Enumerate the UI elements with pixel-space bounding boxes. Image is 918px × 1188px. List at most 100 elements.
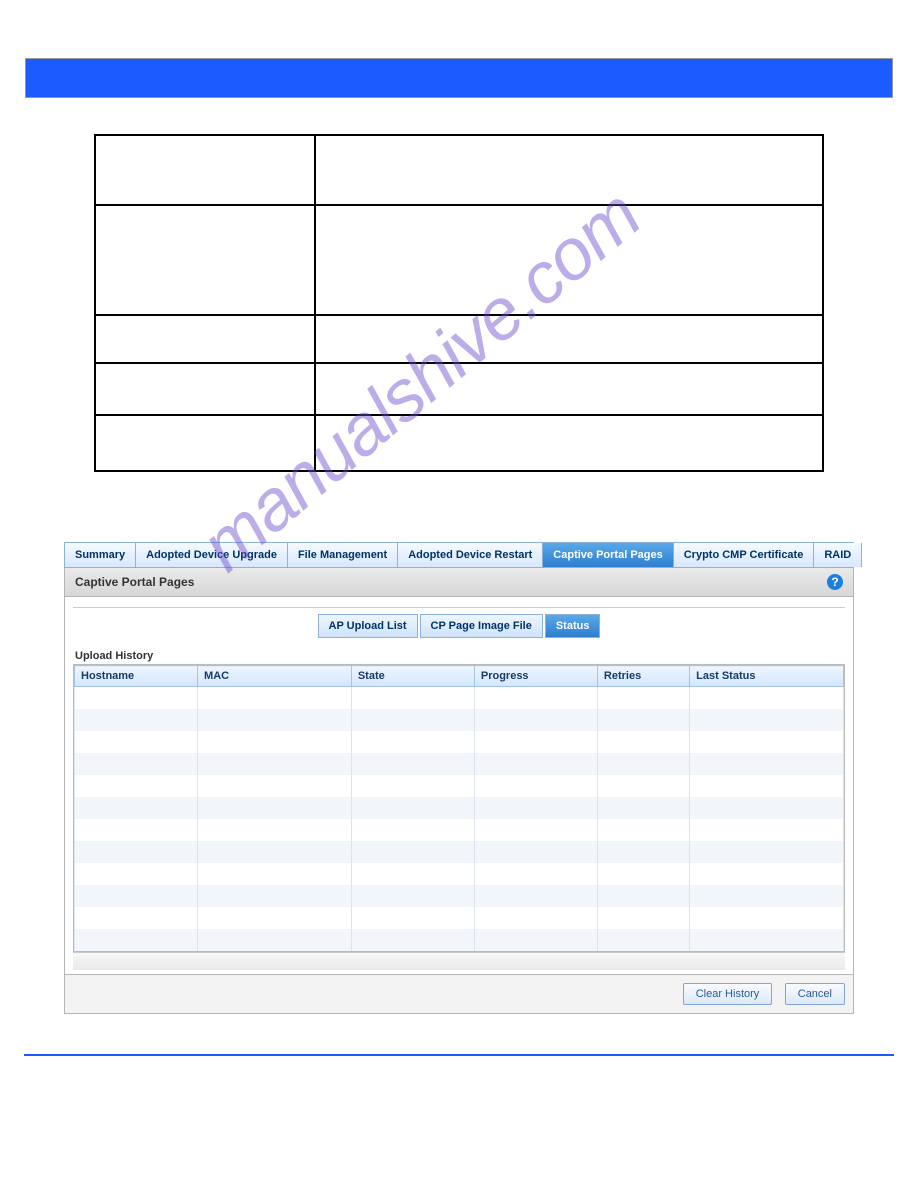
- table-cell: [75, 885, 198, 907]
- divider: [73, 607, 845, 608]
- table-cell: [690, 929, 844, 951]
- panel-container: SummaryAdopted Device UpgradeFile Manage…: [64, 542, 854, 1014]
- table-cell: [75, 797, 198, 819]
- table-cell: [351, 687, 474, 709]
- cancel-button[interactable]: Cancel: [785, 983, 845, 1005]
- table-cell: [474, 775, 597, 797]
- table-row[interactable]: [75, 929, 844, 951]
- table-cell: [597, 863, 689, 885]
- table-cell: [597, 929, 689, 951]
- table-cell: [690, 907, 844, 929]
- param-table: [94, 134, 824, 472]
- table-cell: [597, 731, 689, 753]
- history-wrap: HostnameMACStateProgressRetriesLast Stat…: [73, 664, 845, 952]
- button-row: Clear History Cancel: [64, 975, 854, 1014]
- table-cell: [597, 885, 689, 907]
- table-cell: [75, 929, 198, 951]
- table-cell: [474, 731, 597, 753]
- table-cell: [198, 775, 352, 797]
- table-row[interactable]: [75, 885, 844, 907]
- tab-file-management[interactable]: File Management: [288, 543, 398, 567]
- tab-adopted-device-upgrade[interactable]: Adopted Device Upgrade: [136, 543, 288, 567]
- table-cell: [198, 863, 352, 885]
- table-cell: [198, 687, 352, 709]
- table-cell: [690, 885, 844, 907]
- table-cell: [474, 819, 597, 841]
- table-cell: [597, 709, 689, 731]
- table-cell: [198, 929, 352, 951]
- table-cell: [690, 687, 844, 709]
- table-cell: [690, 819, 844, 841]
- table-cell: [198, 885, 352, 907]
- tab-summary[interactable]: Summary: [65, 543, 136, 567]
- table-cell: [351, 929, 474, 951]
- history-footer: [73, 952, 845, 970]
- table-cell: [351, 885, 474, 907]
- col-hostname[interactable]: Hostname: [75, 666, 198, 687]
- col-retries[interactable]: Retries: [597, 666, 689, 687]
- panel-title-bar: Captive Portal Pages ?: [64, 568, 854, 597]
- table-cell: [351, 709, 474, 731]
- panel-body: AP Upload ListCP Page Image FileStatus U…: [64, 597, 854, 975]
- table-cell: [75, 753, 198, 775]
- tab-captive-portal-pages[interactable]: Captive Portal Pages: [543, 543, 673, 567]
- table-cell: [690, 863, 844, 885]
- table-cell: [474, 885, 597, 907]
- col-state[interactable]: State: [351, 666, 474, 687]
- table-cell: [690, 797, 844, 819]
- help-icon[interactable]: ?: [827, 574, 843, 590]
- subtab-cp-page-image-file[interactable]: CP Page Image File: [420, 614, 543, 638]
- subtab-status[interactable]: Status: [545, 614, 601, 638]
- main-tab-bar: SummaryAdopted Device UpgradeFile Manage…: [64, 542, 854, 568]
- upload-history-legend: Upload History: [75, 650, 845, 662]
- table-cell: [690, 841, 844, 863]
- table-cell: [597, 841, 689, 863]
- col-mac[interactable]: MAC: [198, 666, 352, 687]
- table-cell: [474, 797, 597, 819]
- table-cell: [351, 841, 474, 863]
- table-cell: [690, 731, 844, 753]
- col-progress[interactable]: Progress: [474, 666, 597, 687]
- table-cell: [75, 709, 198, 731]
- table-cell: [198, 841, 352, 863]
- subtab-ap-upload-list[interactable]: AP Upload List: [318, 614, 418, 638]
- col-last-status[interactable]: Last Status: [690, 666, 844, 687]
- table-cell: [351, 797, 474, 819]
- tab-crypto-cmp-certificate[interactable]: Crypto CMP Certificate: [674, 543, 815, 567]
- page-banner: [25, 58, 893, 98]
- table-cell: [75, 775, 198, 797]
- table-row[interactable]: [75, 797, 844, 819]
- table-cell: [351, 819, 474, 841]
- table-row[interactable]: [75, 753, 844, 775]
- history-table: HostnameMACStateProgressRetriesLast Stat…: [74, 665, 844, 951]
- table-cell: [351, 863, 474, 885]
- clear-history-button[interactable]: Clear History: [683, 983, 773, 1005]
- table-cell: [198, 731, 352, 753]
- table-cell: [690, 775, 844, 797]
- table-row[interactable]: [75, 687, 844, 709]
- table-cell: [597, 687, 689, 709]
- table-cell: [198, 753, 352, 775]
- table-cell: [597, 819, 689, 841]
- table-cell: [351, 907, 474, 929]
- table-cell: [690, 709, 844, 731]
- table-row[interactable]: [75, 731, 844, 753]
- table-row[interactable]: [75, 841, 844, 863]
- table-cell: [198, 907, 352, 929]
- table-row[interactable]: [75, 907, 844, 929]
- table-cell: [75, 731, 198, 753]
- table-cell: [75, 687, 198, 709]
- table-row[interactable]: [75, 775, 844, 797]
- table-cell: [474, 753, 597, 775]
- table-cell: [474, 863, 597, 885]
- table-row[interactable]: [75, 709, 844, 731]
- tab-adopted-device-restart[interactable]: Adopted Device Restart: [398, 543, 543, 567]
- panel-title-text: Captive Portal Pages: [75, 575, 194, 589]
- table-cell: [597, 907, 689, 929]
- tab-raid[interactable]: RAID: [814, 543, 862, 567]
- footer-rule: [24, 1054, 894, 1056]
- table-cell: [75, 819, 198, 841]
- table-row[interactable]: [75, 819, 844, 841]
- table-row[interactable]: [75, 863, 844, 885]
- table-cell: [474, 841, 597, 863]
